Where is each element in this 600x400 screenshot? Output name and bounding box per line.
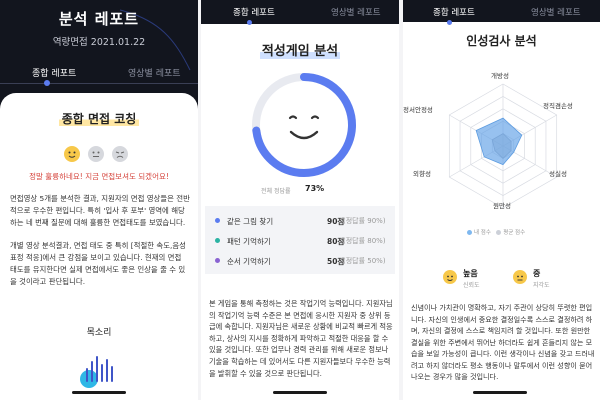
game-name: 같은 그림 찾기	[227, 217, 274, 226]
tab-overall-report[interactable]: 종합 레포트	[32, 66, 76, 79]
radar-axis-label: 원만성	[493, 202, 511, 210]
legend-item: 평균 점수	[503, 230, 526, 236]
voice-bar	[96, 356, 98, 382]
tab-overall-report[interactable]: 종합 레포트	[233, 6, 275, 18]
neutral-face-icon	[88, 146, 104, 162]
coaching-emphasis: 정말 훌륭하네요! 지금 면접보셔도 되겠어요!	[29, 172, 169, 181]
game-accuracy: (정답률 90%)	[343, 217, 386, 225]
coaching-paragraph-2: 개별 영상 분석결과, 면접 태도 중 특히 [적절한 속도,음성 표정 적응]…	[10, 241, 186, 286]
game-score: 90점	[327, 217, 345, 226]
game-name: 패턴 기억하기	[227, 237, 271, 246]
series-dot	[215, 218, 220, 223]
screenshot-collage: 분석 레포트 역량면접 2021.01.22 종합 레포트 영상별 레포트 종합…	[0, 0, 600, 400]
coaching-title: 종합 면접 코칭	[0, 110, 198, 127]
game-accuracy: (정답률 80%)	[343, 237, 386, 245]
voice-bar	[86, 368, 88, 382]
phone-aptitude-game: 종합 레포트 영상별 레포트 적성게임 분석 전체 정답률 73% 같은 그림 …	[201, 0, 399, 400]
smile-face-icon	[288, 115, 320, 140]
interview-subtitle: 역량면접 2021.01.22	[52, 37, 146, 48]
coaching-paragraph-1: 면접영상 5개를 분석한 결과, 지원자의 면접 영상들은 전반적으로 우수한 …	[10, 194, 190, 227]
level-value: 중	[533, 269, 541, 278]
radar-axis-label: 개방성	[491, 72, 509, 80]
level-key: 신뢰도	[463, 282, 480, 289]
radar-axis-label: 성실성	[549, 170, 567, 178]
voice-label: 목소리	[86, 328, 112, 338]
phone-personality-test: 종합 레포트 영상별 레포트 인성검사 분석 개방성 정직겸손성 성실성 원만성…	[403, 0, 600, 400]
legend-swatch	[496, 230, 502, 235]
radar-axis-label: 외향성	[413, 170, 431, 178]
voice-waveform	[82, 356, 116, 382]
home-indicator[interactable]	[72, 391, 126, 394]
game-score: 80점	[327, 237, 345, 246]
personality-description: 신념이나 가치관이 명확하고, 자기 주관이 상당히 뚜렷한 편입니다. 자신의…	[411, 303, 595, 381]
percentile-label: 전체 정답률	[261, 188, 291, 195]
voice-bar	[91, 361, 93, 382]
section-title: 적성게임 분석	[259, 44, 341, 59]
tab-video-report[interactable]: 영상별 레포트	[331, 6, 381, 18]
tab-video-report[interactable]: 영상별 레포트	[128, 66, 181, 79]
game-score-list: 같은 그림 찾기 90점 (정답률 90%) 패턴 기억하기 80점 (정답률 …	[205, 206, 395, 274]
smile-face-icon	[443, 270, 457, 284]
active-tab-indicator	[44, 80, 50, 86]
game-accuracy: (정답률 50%)	[343, 257, 386, 265]
voice-bar	[101, 364, 103, 382]
percentile-value: 73%	[305, 184, 325, 193]
voice-bar	[106, 359, 108, 382]
home-indicator[interactable]	[473, 391, 527, 394]
voice-bar	[111, 366, 113, 382]
section-title: 인성검사 분석	[466, 34, 537, 48]
aptitude-description: 본 게임을 통해 측정하는 것은 작업기억 능력입니다. 지원자님의 작업기억 …	[209, 299, 393, 378]
legend-item: 내 점수	[474, 230, 491, 236]
score-gauge	[252, 73, 356, 177]
tab-divider	[0, 83, 198, 84]
phone-overall-report: 분석 레포트 역량면접 2021.01.22 종합 레포트 영상별 레포트 종합…	[0, 0, 198, 400]
legend-swatch	[467, 230, 472, 235]
active-tab-indicator	[447, 20, 452, 25]
radar-axis-label: 정직겸손성	[543, 102, 573, 110]
level-value: 높음	[463, 269, 478, 278]
page-title: 분석 레포트	[58, 10, 140, 28]
tab-video-report[interactable]: 영상별 레포트	[531, 6, 581, 18]
tab-overall-report[interactable]: 종합 레포트	[433, 6, 475, 18]
home-indicator[interactable]	[273, 391, 327, 394]
radar-legend: 내 점수 평균 점수	[467, 228, 525, 236]
radar-axis-label: 정서안정성	[403, 106, 433, 114]
neutral-face-icon	[513, 270, 527, 284]
game-name: 순서 기억하기	[227, 257, 271, 266]
game-score: 50점	[327, 257, 345, 266]
sad-face-icon	[112, 146, 128, 162]
level-key: 지각도	[533, 282, 550, 289]
active-tab-indicator	[247, 20, 252, 25]
smile-face-icon	[64, 146, 80, 162]
series-dot	[215, 258, 220, 263]
series-dot	[215, 238, 220, 243]
